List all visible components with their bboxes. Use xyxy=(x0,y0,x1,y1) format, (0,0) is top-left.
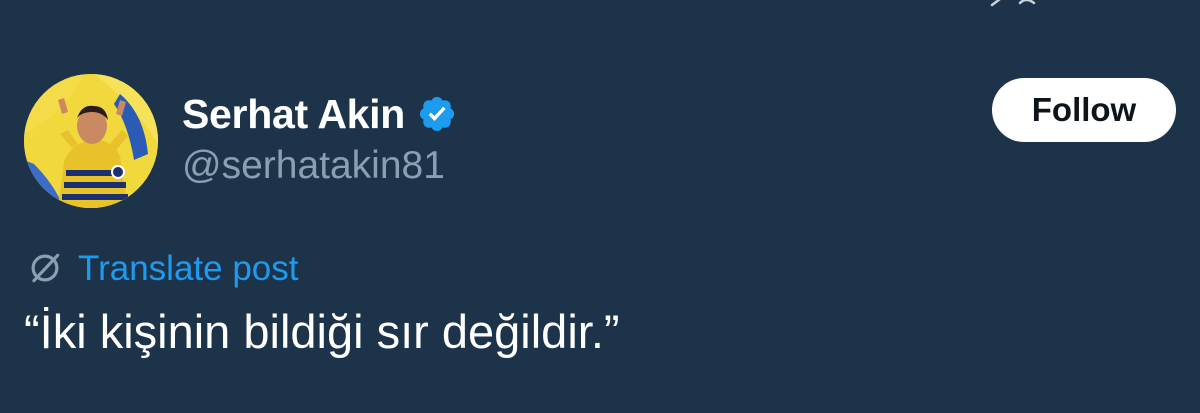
name-row: Serhat Akin xyxy=(182,86,457,142)
globe-translate-icon xyxy=(26,249,64,287)
post-header: Serhat Akin @serhatakin81 Follow xyxy=(24,72,1176,208)
post-text: “İki kişinin bildiği sır değildir.” xyxy=(24,305,620,358)
translate-post-link[interactable]: Translate post xyxy=(26,246,298,290)
top-edge-icons xyxy=(990,0,1050,7)
user-handle[interactable]: @serhatakin81 xyxy=(182,146,445,185)
translate-post-label[interactable]: Translate post xyxy=(78,251,298,286)
avatar[interactable] xyxy=(24,74,158,208)
display-name[interactable]: Serhat Akin xyxy=(182,93,405,135)
verified-badge-icon xyxy=(417,94,457,134)
follow-button[interactable]: Follow xyxy=(992,78,1176,142)
